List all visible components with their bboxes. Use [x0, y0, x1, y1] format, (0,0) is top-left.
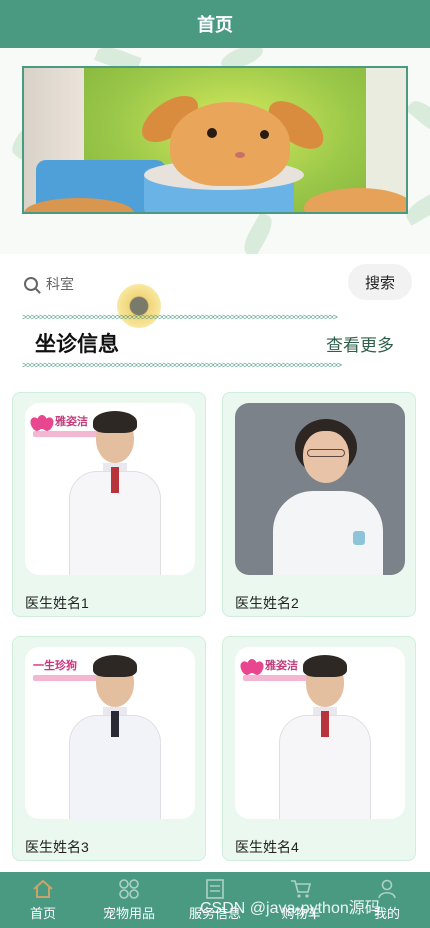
leaf-decoration [405, 95, 430, 139]
section-header: >>>>>>>>>>>>>>>>>>>>>>>>>>>>>>>>>>>>>>>>… [22, 312, 408, 370]
brand-logo-text: 雅姿洁 [265, 660, 298, 672]
search-icon [24, 277, 38, 291]
banner-carousel[interactable] [22, 66, 408, 214]
view-more-link[interactable]: 查看更多 [326, 331, 394, 356]
doctor-card[interactable]: 雅姿洁 医生姓名1 [12, 392, 206, 617]
doctor-card[interactable]: 雅姿洁 医生姓名4 [222, 636, 416, 861]
doctor-name: 医生姓名3 [25, 839, 89, 855]
grid-icon [119, 878, 139, 899]
doctor-name: 医生姓名4 [235, 839, 299, 855]
search-bar [24, 272, 324, 296]
page-header: 首页 [0, 0, 430, 48]
search-input[interactable] [46, 276, 296, 292]
tab-pet-supplies[interactable]: 宠物用品 [86, 872, 172, 928]
rabbit-image [170, 102, 290, 186]
tab-label: 宠物用品 [102, 905, 155, 921]
doctor-card[interactable]: 一生珍狗 医生姓名3 [12, 636, 206, 861]
doctor-photo: 雅姿洁 [235, 647, 405, 819]
home-icon [33, 879, 53, 898]
doctor-photo [235, 403, 405, 575]
page-title: 首页 [197, 15, 233, 35]
badge-icon [353, 531, 365, 545]
tab-home[interactable]: 首页 [0, 872, 86, 928]
arrow-divider: >>>>>>>>>>>>>>>>>>>>>>>>>>>>>>>>>>>>>>>>… [22, 360, 342, 370]
leaf-decoration [239, 211, 277, 254]
tab-label: 首页 [29, 905, 56, 921]
section-title: 坐诊信息 [35, 333, 119, 356]
banner-area [0, 48, 430, 254]
doctor-photo: 一生珍狗 [25, 647, 195, 819]
search-button[interactable]: 搜索 [348, 264, 412, 300]
doctor-name: 医生姓名1 [25, 595, 89, 611]
watermark: CSDN @java-python源码 [200, 900, 381, 917]
brand-logo-text: 一生珍狗 [33, 660, 77, 672]
doctor-photo: 雅姿洁 [25, 403, 195, 575]
brand-logo-icon [28, 415, 56, 433]
brand-logo-icon [238, 659, 266, 677]
doctor-name: 医生姓名2 [235, 595, 299, 611]
brand-logo-text: 雅姿洁 [55, 416, 88, 428]
doctor-card[interactable]: 医生姓名2 [222, 392, 416, 617]
arrow-divider: >>>>>>>>>>>>>>>>>>>>>>>>>>>>>>>>>>>>>>>>… [22, 312, 338, 322]
